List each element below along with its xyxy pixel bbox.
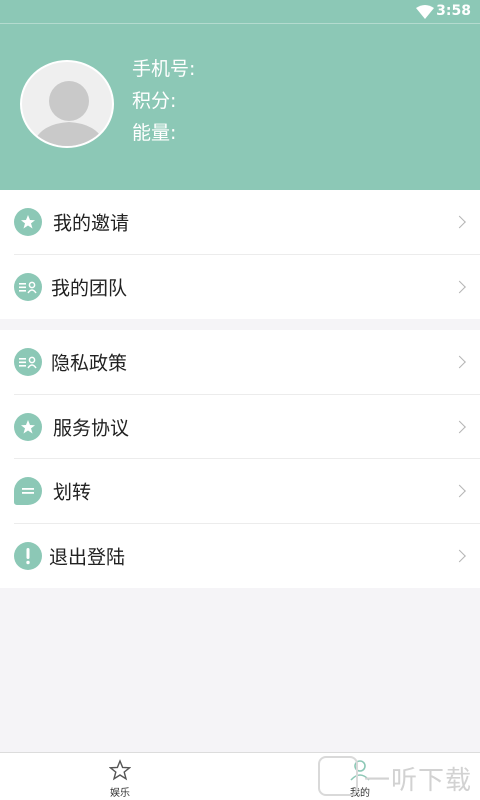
star-outline-icon [109,759,131,781]
profile-header: 3:58 手机号: 积分: 能量: [0,0,480,190]
exclamation-icon [14,541,42,570]
menu-item-label: 隐私政策 [51,352,128,375]
watermark-logo-icon [318,756,358,796]
team-icon [14,272,42,301]
watermark: 一听下载 [318,756,480,796]
menu-item-privacy-policy[interactable]: 隐私政策 [0,330,480,395]
tab-label: 娱乐 [110,788,130,799]
menu-item-transfer[interactable]: 划转 [0,459,480,524]
menu-item-label: 退出登陆 [49,546,126,569]
menu-item-logout[interactable]: 退出登陆 [0,524,480,589]
chevron-right-icon [453,215,466,229]
watermark-text: 一听下载 [364,766,473,796]
chevron-right-icon [453,549,466,563]
chevron-right-icon [453,420,466,434]
status-bar: 3:58 [0,0,480,24]
tab-entertainment[interactable]: 娱乐 [0,753,240,800]
energy-label: 能量: [132,122,177,144]
chevron-right-icon [453,280,466,294]
status-time: 3:58 [436,3,471,19]
menu-item-label: 划转 [53,481,92,504]
chevron-right-icon [453,355,466,369]
phone-label: 手机号: [132,58,196,80]
points-label: 积分: [132,90,177,112]
star-icon [14,412,42,441]
wifi-icon [416,5,434,19]
menu-item-label: 我的邀请 [53,212,130,235]
menu-item-service-agreement[interactable]: 服务协议 [0,395,480,459]
chat-icon [14,477,42,506]
avatar-placeholder-icon [32,81,106,146]
menu-item-label: 服务协议 [53,417,130,440]
team-icon [14,348,42,377]
menu-item-my-invites[interactable]: 我的邀请 [0,190,480,255]
menu-item-label: 我的团队 [51,277,128,300]
star-icon [14,208,42,237]
menu-item-my-team[interactable]: 我的团队 [0,255,480,320]
user-info: 手机号: 积分: 能量: [132,53,195,149]
menu-section-primary: 我的邀请 我的团队 [0,190,480,319]
chevron-right-icon [453,484,466,498]
avatar[interactable] [20,60,114,148]
status-divider [0,23,480,24]
menu-section-secondary: 隐私政策 服务协议 划转 退出登陆 [0,330,480,588]
